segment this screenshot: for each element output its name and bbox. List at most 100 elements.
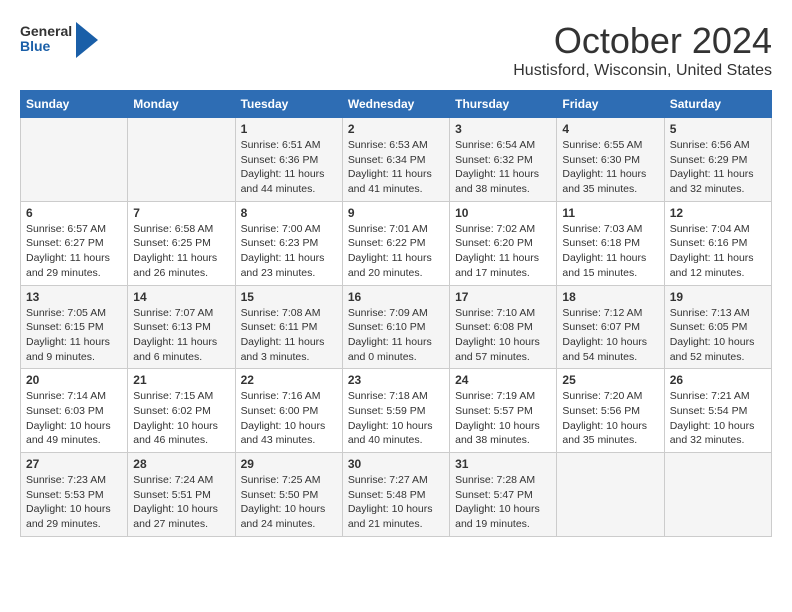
day-number: 21 xyxy=(133,373,229,387)
calendar-cell xyxy=(557,453,664,537)
calendar-cell: 31 Sunrise: 7:28 AM Sunset: 5:47 PM Dayli… xyxy=(450,453,557,537)
day-content: Sunrise: 6:55 AM Sunset: 6:30 PM Dayligh… xyxy=(562,138,658,197)
calendar-cell: 10 Sunrise: 7:02 AM Sunset: 6:20 PM Dayli… xyxy=(450,201,557,285)
day-number: 2 xyxy=(348,122,444,136)
day-number: 7 xyxy=(133,206,229,220)
calendar-cell: 23Sunrise: 7:18 AM Sunset: 5:59 PM Dayli… xyxy=(342,369,449,453)
day-content: Sunrise: 7:27 AM Sunset: 5:48 PM Dayligh… xyxy=(348,473,444,532)
header-saturday: Saturday xyxy=(664,91,771,118)
day-content: Sunrise: 7:02 AM Sunset: 6:20 PM Dayligh… xyxy=(455,222,551,281)
calendar-cell: 7 Sunrise: 6:58 AM Sunset: 6:25 PM Daylig… xyxy=(128,201,235,285)
day-number: 20 xyxy=(26,373,122,387)
logo-text: General Blue xyxy=(20,24,72,55)
day-content: Sunrise: 7:14 AM Sunset: 6:03 PM Dayligh… xyxy=(26,389,122,448)
calendar-cell: 1Sunrise: 6:51 AM Sunset: 6:36 PM Daylig… xyxy=(235,118,342,202)
calendar-cell: 5 Sunrise: 6:56 AM Sunset: 6:29 PM Daylig… xyxy=(664,118,771,202)
day-content: Sunrise: 7:12 AM Sunset: 6:07 PM Dayligh… xyxy=(562,306,658,365)
header-wednesday: Wednesday xyxy=(342,91,449,118)
day-number: 3 xyxy=(455,122,551,136)
day-number: 11 xyxy=(562,206,658,220)
header-row: SundayMondayTuesdayWednesdayThursdayFrid… xyxy=(21,91,772,118)
day-content: Sunrise: 6:56 AM Sunset: 6:29 PM Dayligh… xyxy=(670,138,766,197)
day-content: Sunrise: 6:57 AM Sunset: 6:27 PM Dayligh… xyxy=(26,222,122,281)
day-content: Sunrise: 7:01 AM Sunset: 6:22 PM Dayligh… xyxy=(348,222,444,281)
day-content: Sunrise: 6:53 AM Sunset: 6:34 PM Dayligh… xyxy=(348,138,444,197)
day-number: 10 xyxy=(455,206,551,220)
logo-arrow-icon xyxy=(76,22,98,58)
calendar-cell: 4 Sunrise: 6:55 AM Sunset: 6:30 PM Daylig… xyxy=(557,118,664,202)
day-number: 15 xyxy=(241,290,337,304)
calendar-cell xyxy=(21,118,128,202)
day-number: 16 xyxy=(348,290,444,304)
logo: General Blue xyxy=(20,20,98,58)
day-number: 13 xyxy=(26,290,122,304)
day-number: 30 xyxy=(348,457,444,471)
day-number: 8 xyxy=(241,206,337,220)
day-number: 31 xyxy=(455,457,551,471)
day-number: 26 xyxy=(670,373,766,387)
day-content: Sunrise: 7:07 AM Sunset: 6:13 PM Dayligh… xyxy=(133,306,229,365)
calendar-cell: 13 Sunrise: 7:05 AM Sunset: 6:15 PM Dayli… xyxy=(21,285,128,369)
day-content: Sunrise: 7:25 AM Sunset: 5:50 PM Dayligh… xyxy=(241,473,337,532)
calendar-cell: 8Sunrise: 7:00 AM Sunset: 6:23 PM Daylig… xyxy=(235,201,342,285)
day-number: 5 xyxy=(670,122,766,136)
calendar-table: SundayMondayTuesdayWednesdayThursdayFrid… xyxy=(20,90,772,537)
day-content: Sunrise: 7:20 AM Sunset: 5:56 PM Dayligh… xyxy=(562,389,658,448)
day-content: Sunrise: 7:16 AM Sunset: 6:00 PM Dayligh… xyxy=(241,389,337,448)
header-thursday: Thursday xyxy=(450,91,557,118)
calendar-cell xyxy=(664,453,771,537)
day-content: Sunrise: 7:28 AM Sunset: 5:47 PM Dayligh… xyxy=(455,473,551,532)
calendar-cell: 18Sunrise: 7:12 AM Sunset: 6:07 PM Dayli… xyxy=(557,285,664,369)
header-tuesday: Tuesday xyxy=(235,91,342,118)
calendar-row: 20 Sunrise: 7:14 AM Sunset: 6:03 PM Dayli… xyxy=(21,369,772,453)
day-content: Sunrise: 7:08 AM Sunset: 6:11 PM Dayligh… xyxy=(241,306,337,365)
day-content: Sunrise: 7:05 AM Sunset: 6:15 PM Dayligh… xyxy=(26,306,122,365)
day-content: Sunrise: 6:54 AM Sunset: 6:32 PM Dayligh… xyxy=(455,138,551,197)
calendar-row: 6 Sunrise: 6:57 AM Sunset: 6:27 PM Daylig… xyxy=(21,201,772,285)
day-content: Sunrise: 7:10 AM Sunset: 6:08 PM Dayligh… xyxy=(455,306,551,365)
calendar-cell: 12Sunrise: 7:04 AM Sunset: 6:16 PM Dayli… xyxy=(664,201,771,285)
day-content: Sunrise: 7:03 AM Sunset: 6:18 PM Dayligh… xyxy=(562,222,658,281)
calendar-cell: 28 Sunrise: 7:24 AM Sunset: 5:51 PM Dayli… xyxy=(128,453,235,537)
header-sunday: Sunday xyxy=(21,91,128,118)
calendar-cell: 15 Sunrise: 7:08 AM Sunset: 6:11 PM Dayli… xyxy=(235,285,342,369)
calendar-cell: 25Sunrise: 7:20 AM Sunset: 5:56 PM Dayli… xyxy=(557,369,664,453)
day-number: 4 xyxy=(562,122,658,136)
calendar-cell: 2 Sunrise: 6:53 AM Sunset: 6:34 PM Daylig… xyxy=(342,118,449,202)
day-number: 6 xyxy=(26,206,122,220)
title-area: October 2024 Hustisford, Wisconsin, Unit… xyxy=(513,20,772,80)
calendar-cell: 6 Sunrise: 6:57 AM Sunset: 6:27 PM Daylig… xyxy=(21,201,128,285)
calendar-row: 13 Sunrise: 7:05 AM Sunset: 6:15 PM Dayli… xyxy=(21,285,772,369)
day-number: 28 xyxy=(133,457,229,471)
month-title: October 2024 xyxy=(513,20,772,62)
day-number: 24 xyxy=(455,373,551,387)
header-friday: Friday xyxy=(557,91,664,118)
header-monday: Monday xyxy=(128,91,235,118)
day-content: Sunrise: 7:24 AM Sunset: 5:51 PM Dayligh… xyxy=(133,473,229,532)
logo-blue: Blue xyxy=(20,39,72,54)
day-content: Sunrise: 7:13 AM Sunset: 6:05 PM Dayligh… xyxy=(670,306,766,365)
calendar-row: 1Sunrise: 6:51 AM Sunset: 6:36 PM Daylig… xyxy=(21,118,772,202)
day-number: 22 xyxy=(241,373,337,387)
logo-general: General xyxy=(20,24,72,39)
calendar-cell: 3 Sunrise: 6:54 AM Sunset: 6:32 PM Daylig… xyxy=(450,118,557,202)
calendar-row: 27Sunrise: 7:23 AM Sunset: 5:53 PM Dayli… xyxy=(21,453,772,537)
calendar-cell: 24 Sunrise: 7:19 AM Sunset: 5:57 PM Dayli… xyxy=(450,369,557,453)
day-content: Sunrise: 6:58 AM Sunset: 6:25 PM Dayligh… xyxy=(133,222,229,281)
day-number: 1 xyxy=(241,122,337,136)
calendar-cell: 30 Sunrise: 7:27 AM Sunset: 5:48 PM Dayli… xyxy=(342,453,449,537)
day-number: 23 xyxy=(348,373,444,387)
day-number: 9 xyxy=(348,206,444,220)
day-content: Sunrise: 7:04 AM Sunset: 6:16 PM Dayligh… xyxy=(670,222,766,281)
day-content: Sunrise: 7:19 AM Sunset: 5:57 PM Dayligh… xyxy=(455,389,551,448)
calendar-cell xyxy=(128,118,235,202)
calendar-cell: 21Sunrise: 7:15 AM Sunset: 6:02 PM Dayli… xyxy=(128,369,235,453)
calendar-cell: 19Sunrise: 7:13 AM Sunset: 6:05 PM Dayli… xyxy=(664,285,771,369)
calendar-cell: 11 Sunrise: 7:03 AM Sunset: 6:18 PM Dayli… xyxy=(557,201,664,285)
day-number: 29 xyxy=(241,457,337,471)
page-header: General Blue October 2024 Hustisford, Wi… xyxy=(20,20,772,80)
day-content: Sunrise: 7:09 AM Sunset: 6:10 PM Dayligh… xyxy=(348,306,444,365)
calendar-cell: 26 Sunrise: 7:21 AM Sunset: 5:54 PM Dayli… xyxy=(664,369,771,453)
day-content: Sunrise: 7:21 AM Sunset: 5:54 PM Dayligh… xyxy=(670,389,766,448)
calendar-cell: 9 Sunrise: 7:01 AM Sunset: 6:22 PM Daylig… xyxy=(342,201,449,285)
